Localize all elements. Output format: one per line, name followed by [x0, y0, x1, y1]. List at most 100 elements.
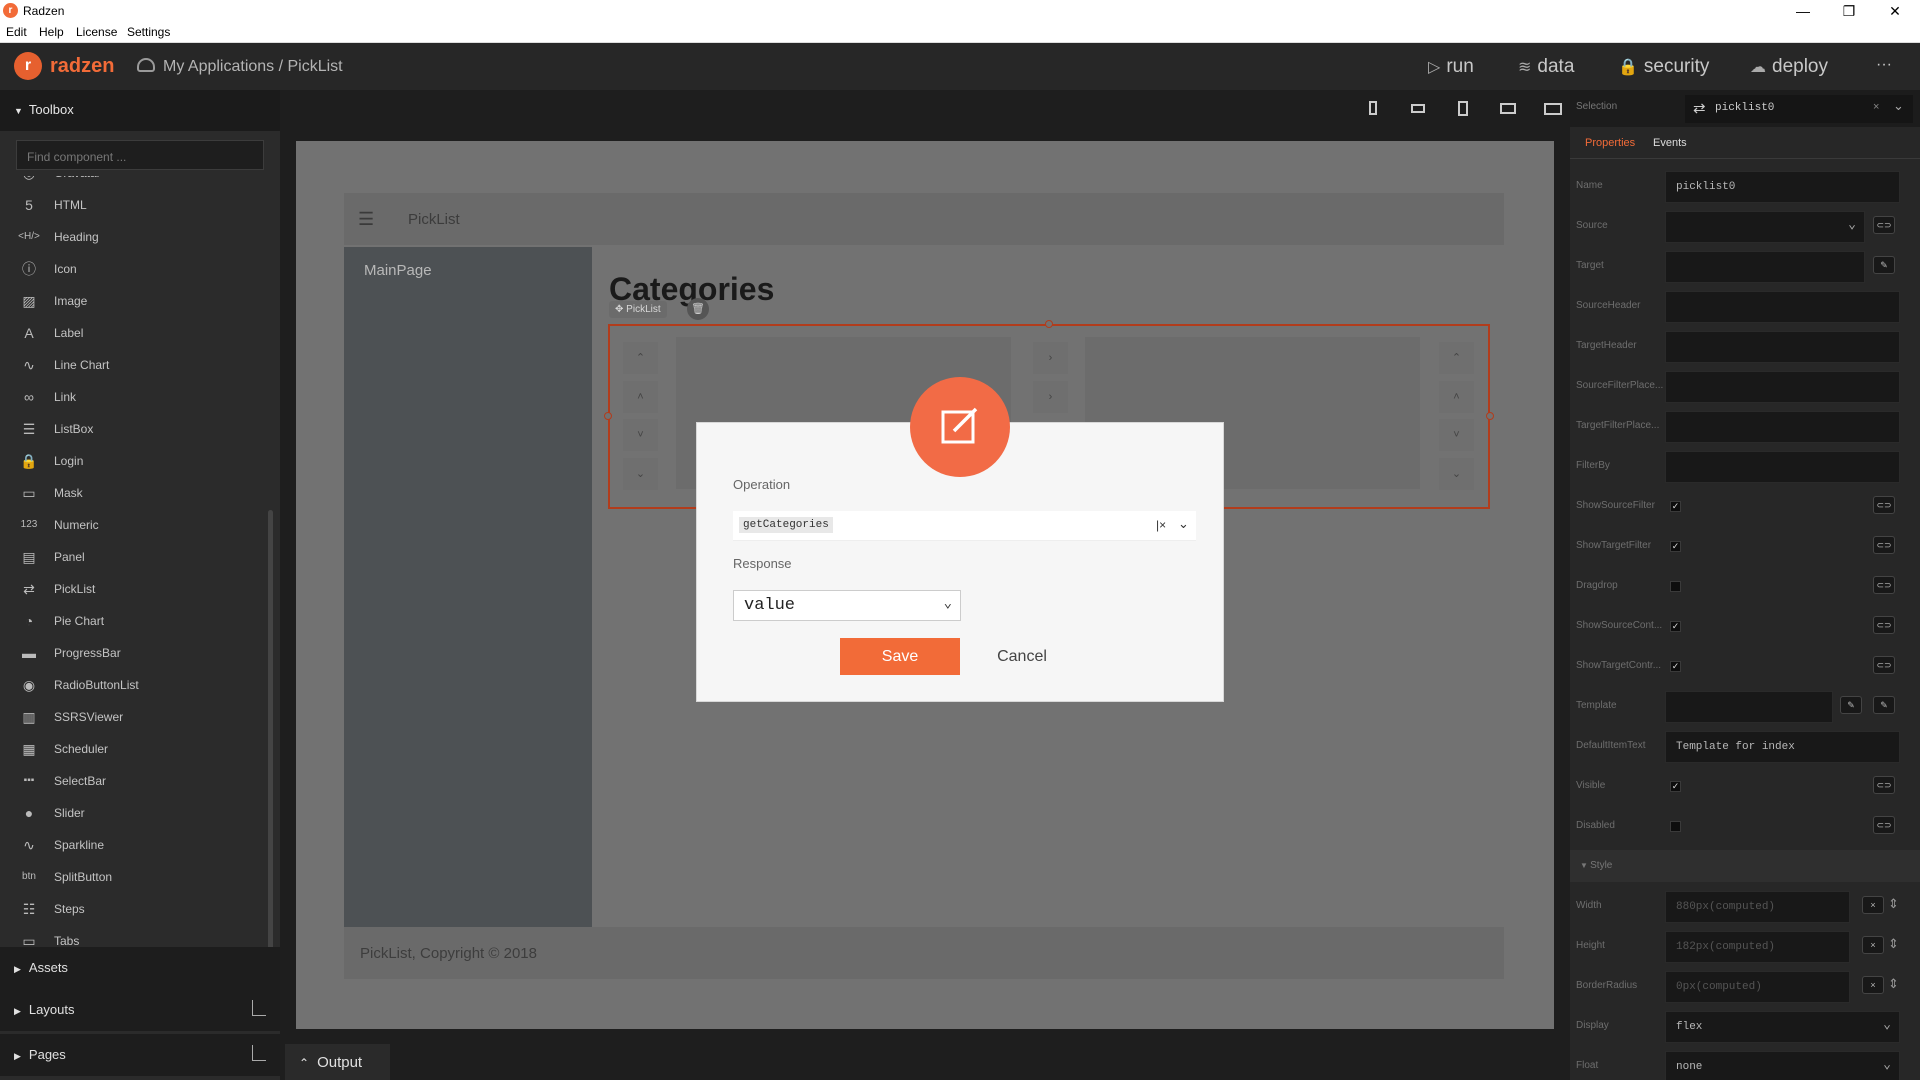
tablet-portrait-icon[interactable] [1450, 101, 1476, 121]
clear-icon[interactable]: |× [1156, 518, 1166, 532]
pages-section[interactable]: ▶ Pages [0, 1034, 280, 1076]
toolbox-item-icon[interactable]: ⓘ Icon [16, 256, 266, 282]
menu-settings[interactable]: Settings [127, 25, 170, 39]
target-move-bottom-button[interactable]: ⌄ [1439, 458, 1474, 490]
toolbox-item-link[interactable]: ∞ Link [16, 384, 266, 410]
toolbox-item-radiobuttonlist[interactable]: ◉ RadioButtonList [16, 672, 266, 698]
clear-icon[interactable]: × [1862, 976, 1884, 994]
move-down-button[interactable]: ˅ [623, 419, 658, 451]
toolbox-item-slider[interactable]: ● Slider [16, 800, 266, 826]
toolbox-item-picklist[interactable]: ⇄ PickList [16, 576, 266, 602]
toolbox-item-pie-chart[interactable]: ◔ Pie Chart [16, 608, 266, 634]
chevron-down-icon[interactable]: ⌄ [1893, 98, 1904, 114]
transfer-right-button[interactable]: › [1033, 342, 1068, 374]
hamburger-menu-icon[interactable]: ☰ [358, 209, 374, 230]
target-move-down-button[interactable]: ˅ [1439, 419, 1474, 451]
edit-template-icon[interactable]: ✎ [1840, 696, 1862, 714]
clear-icon[interactable]: × [1873, 101, 1879, 113]
toolbox-item-panel[interactable]: ▤ Panel [16, 544, 266, 570]
tablet-landscape-icon[interactable] [1495, 101, 1521, 121]
bind-link-icon[interactable]: ⊂⊃ [1873, 656, 1895, 674]
toolbox-item-numeric[interactable]: 123 Numeric [16, 512, 266, 538]
toolbox-item-ssrsviewer[interactable]: ▥ SSRSViewer [16, 704, 266, 730]
output-tab[interactable]: ⌃ Output [285, 1044, 390, 1080]
selection-select[interactable]: ⇄ picklist0 × ⌄ [1685, 95, 1913, 123]
layouts-section[interactable]: ▶ Layouts [0, 989, 280, 1031]
sidebar-item-mainpage[interactable]: MainPage [364, 262, 432, 279]
property-value-field[interactable]: flex ⌄ [1665, 1011, 1900, 1043]
property-checkbox[interactable]: ✓ [1670, 661, 1681, 672]
edit-icon[interactable]: ✎ [1873, 696, 1895, 714]
property-value-field[interactable]: picklist0 [1665, 171, 1900, 203]
property-checkbox[interactable]: ✓ [1670, 781, 1681, 792]
breadcrumb[interactable]: My Applications / PickList [137, 58, 343, 76]
property-checkbox[interactable]: ✓ [1670, 621, 1681, 632]
bind-link-icon[interactable]: ⊂⊃ [1873, 496, 1895, 514]
bind-link-icon[interactable]: ⊂⊃ [1873, 536, 1895, 554]
property-value-field[interactable]: ⌄ [1665, 211, 1865, 243]
cancel-button[interactable]: Cancel [980, 638, 1064, 675]
toolbox-item-label[interactable]: A Label [16, 320, 266, 346]
toolbox-item-progressbar[interactable]: ▬ ProgressBar [16, 640, 266, 666]
property-value-field[interactable] [1665, 251, 1865, 283]
phone-portrait-icon[interactable] [1360, 101, 1386, 121]
data-button[interactable]: ≋ data [1518, 56, 1574, 78]
more-menu-icon[interactable]: ··· [1876, 56, 1892, 74]
resize-handle-right[interactable] [1486, 412, 1494, 420]
toolbox-item-gravatar[interactable]: ◎ Gravatar [16, 176, 266, 186]
stepper-icon[interactable]: ⇕ [1888, 936, 1899, 952]
toolbox-item-selectbar[interactable]: ▪▪▪ SelectBar [16, 768, 266, 794]
clear-icon[interactable]: × [1862, 936, 1884, 954]
property-checkbox[interactable] [1670, 581, 1681, 592]
clear-icon[interactable]: × [1862, 896, 1884, 914]
chevron-down-icon[interactable]: ⌄ [1178, 516, 1189, 532]
resize-handle-top[interactable] [1045, 320, 1053, 328]
transfer-all-right-button[interactable]: › [1033, 381, 1068, 413]
save-button[interactable]: Save [840, 638, 960, 675]
property-checkbox[interactable]: ✓ [1670, 541, 1681, 552]
toolbox-item-listbox[interactable]: ☰ ListBox [16, 416, 266, 442]
component-search-input[interactable]: Find component ... [16, 140, 264, 170]
property-value-field[interactable]: 0px(computed) [1665, 971, 1850, 1003]
brand-name[interactable]: radzen [50, 55, 114, 78]
property-value-field[interactable]: 182px(computed) [1665, 931, 1850, 963]
toolbox-item-login[interactable]: 🔒 Login [16, 448, 266, 474]
toolbox-item-heading[interactable]: <H/> Heading [16, 224, 266, 250]
bind-link-icon[interactable]: ⊂⊃ [1873, 776, 1895, 794]
move-top-button[interactable]: ⌃ [623, 342, 658, 374]
property-value-field[interactable] [1665, 291, 1900, 323]
tab-properties[interactable]: Properties [1585, 137, 1635, 149]
stepper-icon[interactable]: ⇕ [1888, 976, 1899, 992]
toolbox-item-image[interactable]: ▨ Image [16, 288, 266, 314]
menu-help[interactable]: Help [39, 25, 64, 39]
radzen-brand-icon[interactable]: r [14, 52, 42, 80]
tab-events[interactable]: Events [1653, 137, 1687, 149]
deploy-button[interactable]: ☁ deploy [1750, 56, 1828, 78]
desktop-icon[interactable] [1540, 101, 1566, 121]
operation-select[interactable]: getCategories |× ⌄ [733, 511, 1196, 541]
style-section-header[interactable]: ▼ Style [1570, 850, 1920, 882]
target-move-top-button[interactable]: ⌃ [1439, 342, 1474, 374]
property-checkbox[interactable] [1670, 821, 1681, 832]
bind-link-icon[interactable]: ⊂⊃ [1873, 576, 1895, 594]
add-page-icon[interactable] [252, 1045, 266, 1061]
property-value-field[interactable] [1665, 691, 1833, 723]
run-button[interactable]: ▷ run [1428, 56, 1474, 78]
component-badge[interactable]: ✥ PickList [609, 301, 667, 318]
bind-link-icon[interactable]: ⊂⊃ [1873, 816, 1895, 834]
property-value-field[interactable] [1665, 331, 1900, 363]
bind-link-icon[interactable]: ⊂⊃ [1873, 616, 1895, 634]
minimize-button[interactable]: — [1780, 1, 1826, 21]
property-value-field[interactable] [1665, 451, 1900, 483]
property-value-field[interactable]: Template for index [1665, 731, 1900, 763]
maximize-button[interactable]: ❐ [1826, 1, 1872, 21]
security-button[interactable]: 🔒 security [1618, 56, 1709, 78]
phone-landscape-icon[interactable] [1405, 101, 1431, 121]
toolbox-item-html[interactable]: 5 HTML [16, 192, 266, 218]
toolbox-item-sparkline[interactable]: ∿ Sparkline [16, 832, 266, 858]
target-move-up-button[interactable]: ˄ [1439, 381, 1474, 413]
menu-edit[interactable]: Edit [6, 25, 27, 39]
assets-section[interactable]: ▶ Assets [0, 947, 280, 989]
move-up-button[interactable]: ˄ [623, 381, 658, 413]
resize-handle-left[interactable] [604, 412, 612, 420]
